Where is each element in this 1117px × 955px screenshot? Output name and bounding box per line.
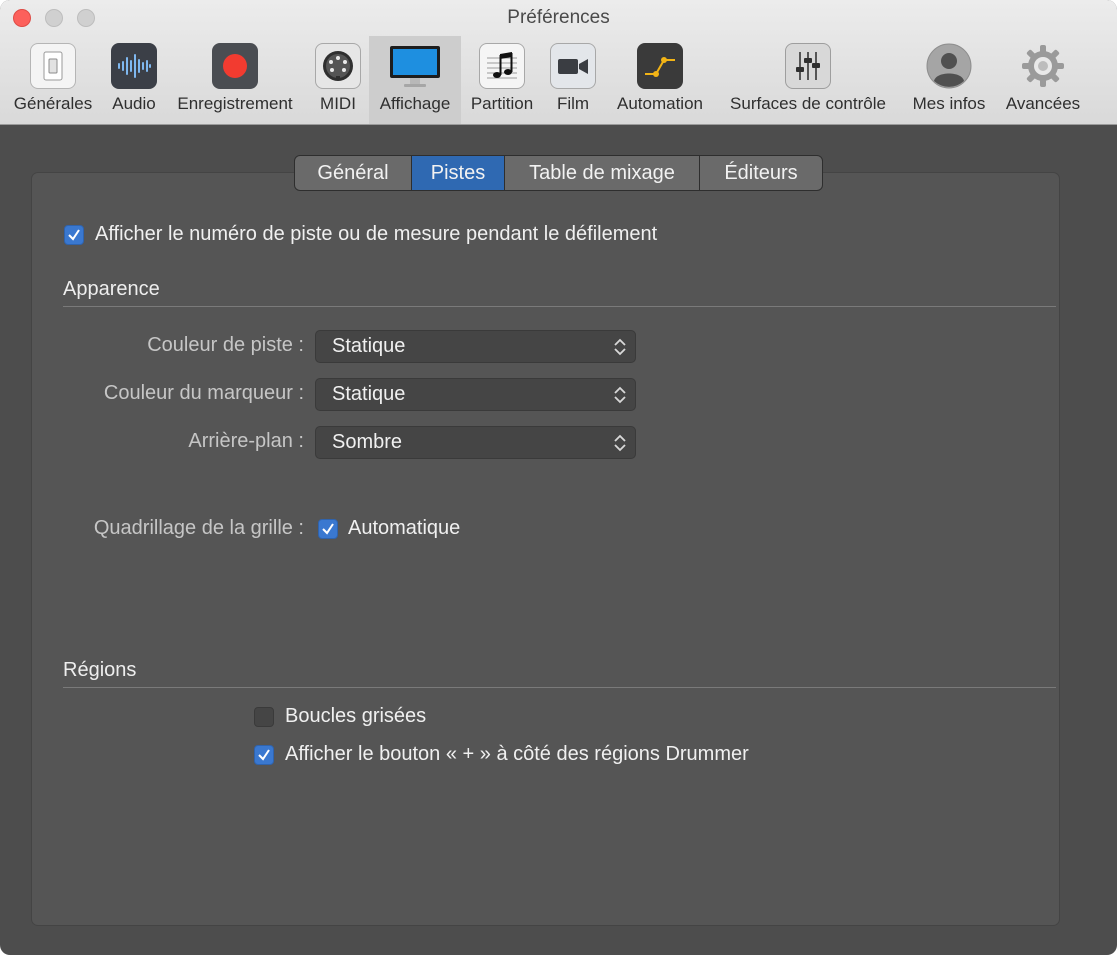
chevron-updown-icon — [614, 338, 626, 356]
automation-curve-icon — [637, 43, 683, 89]
checkmark-icon — [322, 523, 334, 535]
marker-color-value: Statique — [332, 383, 406, 405]
toolbar-item-affichage[interactable]: Affichage — [369, 36, 461, 124]
drummer-button-checkbox[interactable] — [254, 745, 274, 765]
user-silhouette-icon — [926, 43, 972, 89]
toolbar-item-mes-infos[interactable]: Mes infos — [906, 36, 992, 124]
section-divider — [63, 687, 1056, 688]
grid-automatic-checkbox[interactable] — [318, 519, 338, 539]
show-track-number-label: Afficher le numéro de piste ou de mesure… — [95, 223, 658, 245]
midi-connector-icon — [315, 43, 361, 89]
track-color-value: Statique — [332, 335, 406, 357]
tab-table-de-mixage[interactable]: Table de mixage — [505, 156, 700, 190]
chevron-updown-icon — [614, 434, 626, 452]
marker-color-popup[interactable]: Statique — [315, 378, 636, 411]
toolbar-item-audio[interactable]: Audio — [104, 36, 164, 124]
toolbar-item-surfaces-de-controle[interactable]: Surfaces de contrôle — [719, 36, 897, 124]
toolbar-item-film[interactable]: Film — [546, 36, 600, 124]
toolbar-item-enregistrement[interactable]: Enregistrement — [166, 36, 304, 124]
title-bar: Préférences Générales Audio Enregistreme… — [0, 0, 1117, 125]
checkmark-icon — [258, 749, 270, 761]
show-track-number-checkbox[interactable] — [64, 225, 84, 245]
checkmark-icon — [68, 229, 80, 241]
grid-label: Quadrillage de la grille : — [93, 517, 304, 539]
display-icon — [388, 43, 442, 89]
window-title: Préférences — [507, 7, 610, 28]
toolbar-item-generales[interactable]: Générales — [4, 36, 102, 124]
section-heading-regions: Régions — [63, 659, 137, 681]
background-label: Arrière-plan : — [188, 430, 304, 452]
settings-panel: Afficher le numéro de piste ou de mesure… — [31, 172, 1060, 926]
grid-automatic-label: Automatique — [348, 517, 461, 539]
section-heading-apparence: Apparence — [63, 278, 160, 300]
chevron-updown-icon — [614, 386, 626, 404]
video-camera-icon — [550, 43, 596, 89]
gray-loops-checkbox[interactable] — [254, 707, 274, 727]
gear-icon — [1020, 43, 1066, 89]
drummer-button-label: Afficher le bouton « + » à côté des régi… — [285, 743, 749, 765]
section-divider — [63, 306, 1056, 307]
track-color-popup[interactable]: Statique — [315, 330, 636, 363]
music-note-icon — [479, 43, 525, 89]
tab-editeurs[interactable]: Éditeurs — [700, 156, 822, 190]
marker-color-label: Couleur du marqueur : — [103, 382, 304, 404]
preferences-window: Préférences Générales Audio Enregistreme… — [0, 0, 1117, 955]
record-icon — [212, 43, 258, 89]
toolbar-item-automation[interactable]: Automation — [608, 36, 712, 124]
background-popup[interactable]: Sombre — [315, 426, 636, 459]
toolbar-item-avancees[interactable]: Avancées — [1000, 36, 1086, 124]
toolbar-item-midi[interactable]: MIDI — [311, 36, 365, 124]
tab-pistes[interactable]: Pistes — [412, 156, 505, 190]
switch-icon — [30, 43, 76, 89]
waveform-icon — [111, 43, 157, 89]
faders-icon — [785, 43, 831, 89]
track-color-label: Couleur de piste : — [147, 334, 304, 356]
background-value: Sombre — [332, 431, 403, 453]
tab-bar: Général Pistes Table de mixage Éditeurs — [294, 155, 823, 191]
tab-general[interactable]: Général — [295, 156, 412, 190]
toolbar-item-partition[interactable]: Partition — [464, 36, 540, 124]
gray-loops-label: Boucles grisées — [285, 705, 427, 727]
